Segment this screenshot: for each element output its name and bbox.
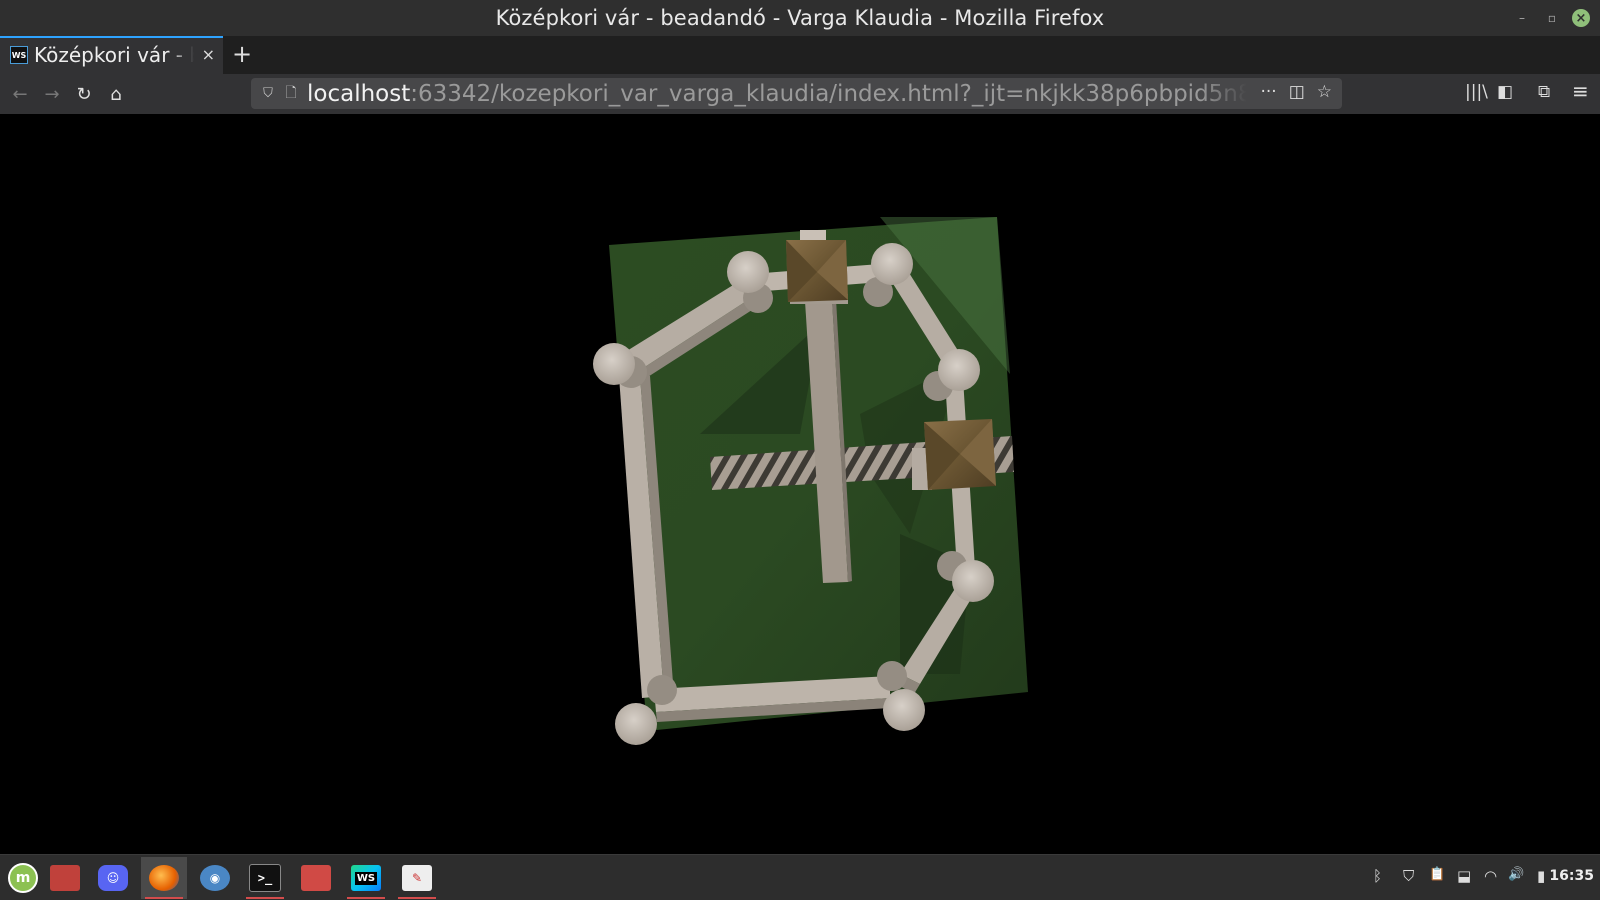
discord-launcher[interactable]: ☺ — [90, 857, 136, 899]
library-icon[interactable]: |||\ — [1465, 82, 1488, 102]
url-host: localhost — [307, 80, 411, 107]
maximize-button[interactable]: ▫ — [1542, 8, 1562, 28]
tab-close-icon[interactable]: × — [202, 45, 215, 64]
folder-icon — [301, 865, 331, 891]
extensions-icon[interactable]: ⧉ — [1538, 82, 1550, 102]
home-icon[interactable]: ⌂ — [104, 82, 128, 106]
castle-scene — [593, 217, 1028, 745]
text-editor-icon: ✎ — [402, 865, 432, 891]
webstorm-icon: WS — [351, 865, 381, 891]
desktop-icon — [50, 865, 80, 891]
chromium-launcher[interactable]: ◉ — [192, 857, 238, 899]
gatehouse-east — [912, 419, 996, 490]
shield-icon[interactable]: ⛉ — [1403, 867, 1414, 885]
chromium-icon: ◉ — [200, 865, 230, 891]
clipboard-icon[interactable]: 📋 — [1429, 867, 1445, 882]
battery-icon[interactable]: ▮ — [1537, 867, 1545, 885]
bluetooth-icon[interactable]: ᛒ — [1373, 867, 1382, 885]
url-bar[interactable]: ⛉ 🗋 localhost:63342/kozepkori_var_varga_… — [251, 78, 1342, 109]
page-actions-icon[interactable]: ··· — [1260, 82, 1276, 102]
linux-mint-icon: m — [8, 863, 38, 893]
pocket-icon[interactable]: ◫ — [1289, 82, 1305, 102]
window-title: Középkori vár - beadandó - Varga Klaudia… — [495, 6, 1105, 30]
terminal-icon: >_ — [249, 864, 281, 892]
tab-active[interactable]: WS Középkori vár - beadandó - Varga Klau… — [0, 36, 223, 74]
webgl-canvas[interactable] — [0, 114, 1600, 854]
sidebar-icon[interactable]: ◧ — [1497, 82, 1513, 102]
taskbar: m ☺ ◉ >_ WS ✎ ᛒ ⛉ 📋 ⬓ ◠ 🔊 ▮ 16:35 — [0, 854, 1600, 900]
webstorm-label: WS — [354, 871, 378, 885]
bookmark-star-icon[interactable]: ☆ — [1317, 82, 1332, 102]
gatehouse-north — [786, 240, 848, 304]
mint-menu-button[interactable]: m — [0, 857, 46, 899]
wifi-icon[interactable]: ◠ — [1484, 867, 1497, 885]
url-actions: ··· ◫ ☆ — [1260, 82, 1332, 102]
show-desktop-button[interactable] — [42, 857, 88, 899]
tab-strip: WS Középkori vár - beadandó - Varga Klau… — [0, 36, 1600, 74]
tracking-shield-icon[interactable]: ⛉ — [259, 86, 277, 101]
terminal-launcher[interactable]: >_ — [242, 857, 288, 899]
webstorm-launcher[interactable]: WS — [343, 857, 389, 899]
files-launcher[interactable] — [293, 857, 339, 899]
url-text[interactable]: localhost:63342/kozepkori_var_varga_klau… — [307, 81, 1247, 107]
page-info-icon[interactable]: 🗋 — [283, 82, 299, 106]
text-editor-launcher[interactable]: ✎ — [394, 857, 440, 899]
volume-icon[interactable]: 🔊 — [1508, 867, 1524, 882]
new-tab-button[interactable]: + — [232, 40, 252, 68]
update-manager-icon[interactable]: ⬓ — [1457, 867, 1471, 885]
close-window-button[interactable]: × — [1572, 9, 1590, 27]
menu-icon[interactable]: ≡ — [1572, 79, 1589, 103]
minimize-button[interactable]: – — [1512, 8, 1532, 28]
firefox-launcher[interactable] — [141, 857, 187, 899]
reload-icon[interactable]: ↻ — [72, 82, 96, 106]
clock[interactable]: 16:35 — [1549, 868, 1594, 884]
forward-icon[interactable]: → — [40, 82, 64, 106]
window-titlebar: Középkori vár - beadandó - Varga Klaudia… — [0, 0, 1600, 36]
discord-icon: ☺ — [98, 865, 128, 891]
url-path: :63342/kozepkori_var_varga_klaudia/index… — [410, 80, 1247, 107]
webstorm-favicon-icon: WS — [10, 46, 28, 64]
navigation-toolbar: ← → ↻ ⌂ ⛉ 🗋 localhost:63342/kozepkori_va… — [0, 74, 1600, 114]
firefox-icon — [149, 865, 179, 891]
tab-title: Középkori vár - beadandó - Varga Klaudia — [34, 43, 194, 67]
back-icon[interactable]: ← — [8, 82, 32, 106]
